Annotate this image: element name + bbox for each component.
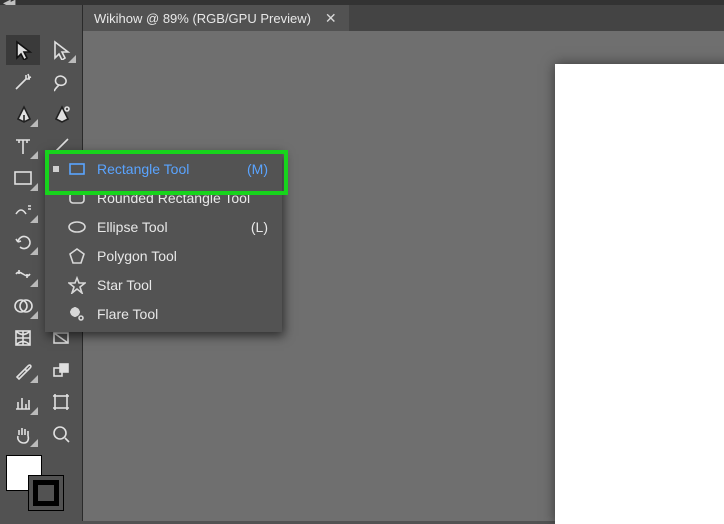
eyedropper-tool[interactable] <box>6 355 40 385</box>
flyout-item-label: Flare Tool <box>97 306 282 322</box>
width-tool[interactable] <box>6 259 40 289</box>
direct-selection-tool[interactable] <box>44 35 78 65</box>
rotate-tool[interactable] <box>6 227 40 257</box>
flyout-item-shortcut: (L) <box>251 219 268 235</box>
polygon-icon <box>67 246 87 266</box>
shape-builder-tool[interactable] <box>6 291 40 321</box>
active-indicator-icon <box>53 253 59 259</box>
mesh-tool[interactable] <box>6 323 40 353</box>
fill-stroke-swatches[interactable] <box>6 455 64 503</box>
zoom-icon <box>51 424 71 444</box>
active-indicator-icon <box>53 166 59 172</box>
flyout-item-ellipse[interactable]: Ellipse Tool (L) <box>45 212 282 241</box>
flyout-item-label: Polygon Tool <box>97 248 282 264</box>
selection-icon <box>13 40 33 60</box>
flyout-item-shortcut: (M) <box>247 161 268 177</box>
stroke-swatch[interactable] <box>28 475 64 511</box>
rectangle-icon <box>67 159 87 179</box>
magic-wand-tool[interactable] <box>6 67 40 97</box>
flyout-item-flare[interactable]: Flare Tool <box>45 299 282 328</box>
document-tab-strip: Wikihow @ 89% (RGB/GPU Preview) ✕ <box>82 5 724 31</box>
curvature-icon <box>51 104 71 124</box>
artboard-icon <box>51 392 71 412</box>
curvature-tool[interactable] <box>44 99 78 129</box>
mesh-icon <box>13 328 33 348</box>
type-tool[interactable] <box>6 131 40 161</box>
active-indicator-icon <box>53 311 59 317</box>
active-indicator-icon <box>53 282 59 288</box>
flyout-item-label: Rounded Rectangle Tool <box>97 190 282 206</box>
blend-icon <box>51 360 71 380</box>
pen-tool[interactable] <box>6 99 40 129</box>
active-indicator-icon <box>53 195 59 201</box>
lasso-icon <box>51 72 71 92</box>
column-graph-tool[interactable] <box>6 387 40 417</box>
active-indicator-icon <box>53 224 59 230</box>
zoom-tool[interactable] <box>44 419 78 449</box>
close-icon[interactable]: ✕ <box>325 10 337 27</box>
lasso-tool[interactable] <box>44 67 78 97</box>
document-tab[interactable]: Wikihow @ 89% (RGB/GPU Preview) ✕ <box>82 5 349 31</box>
rectangle-tool[interactable] <box>6 163 40 193</box>
flyout-item-star[interactable]: Star Tool <box>45 270 282 299</box>
flyout-item-label: Star Tool <box>97 277 282 293</box>
flyout-item-rectangle[interactable]: Rectangle Tool (M) <box>45 154 282 183</box>
magic-wand-icon <box>13 72 33 92</box>
selection-tool[interactable] <box>6 35 40 65</box>
flare-icon <box>67 304 87 324</box>
star-icon <box>67 275 87 295</box>
blend-tool[interactable] <box>44 355 78 385</box>
shaper-tool[interactable] <box>6 195 40 225</box>
flyout-item-polygon[interactable]: Polygon Tool <box>45 241 282 270</box>
ellipse-icon <box>67 217 87 237</box>
artboard[interactable] <box>555 64 724 524</box>
artboard-tool[interactable] <box>44 387 78 417</box>
rounded-rectangle-icon <box>67 188 87 208</box>
hand-tool[interactable] <box>6 419 40 449</box>
shape-tool-flyout: Rectangle Tool (M) Rounded Rectangle Too… <box>45 150 282 332</box>
document-tab-title: Wikihow @ 89% (RGB/GPU Preview) <box>94 11 311 26</box>
flyout-item-rounded-rectangle[interactable]: Rounded Rectangle Tool <box>45 183 282 212</box>
